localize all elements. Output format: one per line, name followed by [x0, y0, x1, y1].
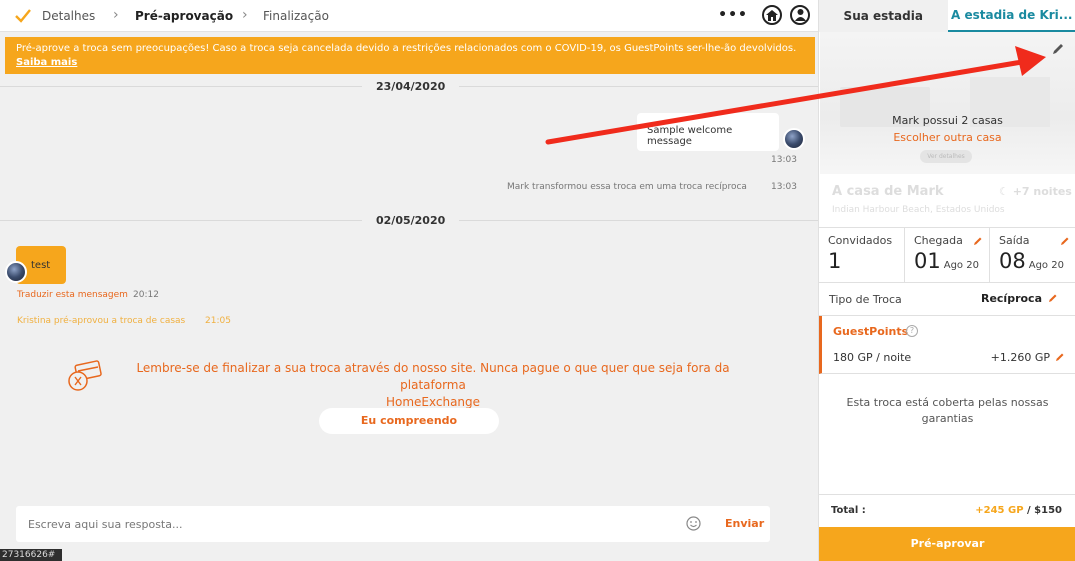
tab-their-stay[interactable]: A estadia de Kri... — [947, 0, 1075, 32]
step-preapproval[interactable]: Pré-aprovação — [135, 9, 233, 23]
departure-month: Ago 20 — [1028, 260, 1064, 271]
guestpoints-title: GuestPoints — [833, 325, 909, 338]
trade-type-label: Tipo de Troca — [829, 293, 902, 306]
view-details-pill[interactable]: Ver detalhes — [920, 150, 972, 163]
check-icon — [15, 9, 31, 23]
message-text: test — [31, 260, 51, 271]
departure-cell[interactable]: Saída 08 Ago 20 — [990, 228, 1075, 282]
arrival-month: Ago 20 — [943, 260, 979, 271]
moon-icon: ☾ — [999, 185, 1009, 198]
chevron-right-icon: › — [242, 7, 248, 23]
stay-tabs: Sua estadia A estadia de Kri... — [819, 0, 1075, 32]
owner-houses-text: Mark possui 2 casas — [892, 114, 1003, 127]
covid-banner: Pré-aprove a troca sem preocupações! Cas… — [5, 37, 815, 74]
pencil-icon[interactable] — [1060, 236, 1070, 246]
trade-type-value: Recíproca — [980, 292, 1042, 305]
preapprove-button[interactable]: Pré-aprovar — [819, 527, 1075, 561]
help-icon[interactable]: ? — [906, 325, 918, 337]
pencil-icon[interactable] — [1051, 42, 1065, 56]
date-label: 23/04/2020 — [362, 80, 460, 93]
event-text: Kristina pré-aprovou a troca de casas — [17, 316, 186, 326]
nights-count: ☾ +7 noites — [999, 185, 1072, 198]
arrival-label: Chegada — [914, 234, 963, 247]
total-row: Total : +245 GP / $150 — [819, 494, 1075, 527]
user-icon[interactable] — [790, 5, 810, 25]
message-text: Sample welcome message — [647, 125, 733, 147]
arrival-day: 01 — [914, 249, 941, 273]
more-dots-icon[interactable]: ••• — [718, 7, 748, 23]
step-details[interactable]: Detalhes — [42, 9, 95, 23]
house-location: Indian Harbour Beach, Estados Unidos — [832, 205, 1005, 215]
guests-cell[interactable]: Convidados 1 — [819, 228, 905, 282]
arrival-cell[interactable]: Chegada 01 Ago 20 — [905, 228, 990, 282]
step-finalization[interactable]: Finalização — [263, 9, 329, 23]
message-time: 13:03 — [771, 155, 797, 165]
home-icon[interactable] — [762, 5, 782, 25]
guestpoints-rate: 180 GP / noite — [833, 351, 912, 364]
date-label: 02/05/2020 — [362, 214, 460, 227]
departure-day: 08 — [999, 249, 1026, 273]
guestpoints-amount: +1.260 GP — [990, 351, 1050, 364]
pencil-icon[interactable] — [1055, 352, 1065, 362]
event-time: 13:03 — [771, 182, 797, 192]
payment-reminder: Lembre-se de finalizar a sua troca atrav… — [120, 360, 746, 411]
message-bubble-outgoing: Sample welcome message — [637, 113, 779, 151]
guests-label: Convidados — [828, 234, 893, 247]
stay-details: Convidados 1 Chegada 01 Ago 20 Saída 08 Ag… — [819, 227, 1075, 283]
nights-text: +7 noites — [1012, 185, 1072, 198]
event-text: Mark transformou essa troca em uma troca… — [507, 182, 747, 192]
choose-other-house-link[interactable]: Escolher outra casa — [820, 131, 1075, 144]
total-gp: +245 GP — [975, 505, 1024, 516]
reply-composer: Enviar — [16, 506, 770, 542]
pencil-icon[interactable] — [973, 236, 983, 246]
event-time: 21:05 — [205, 316, 231, 326]
understand-button[interactable]: Eu compreendo — [319, 408, 499, 434]
reply-input[interactable] — [16, 506, 676, 542]
card-lock-icon — [68, 360, 102, 391]
tab-your-stay[interactable]: Sua estadia — [819, 0, 948, 32]
total-value: +245 GP / $150 — [975, 505, 1062, 516]
message-time: 20:12 — [133, 290, 159, 300]
total-separator: / — [1023, 505, 1035, 516]
guestpoints-section: GuestPoints ? 180 GP / noite +1.260 GP — [819, 316, 1075, 374]
total-money: $150 — [1034, 505, 1062, 516]
chevron-right-icon: › — [113, 7, 119, 23]
send-button[interactable]: Enviar — [725, 517, 764, 530]
step-bar: Detalhes › Pré-aprovação › Finalização •… — [0, 0, 818, 32]
house-card: Mark possui 2 casas Escolher outra casa … — [820, 32, 1075, 174]
translate-message-link[interactable]: Traduzir esta mensagem — [17, 290, 128, 300]
avatar — [5, 261, 27, 283]
house-name: A casa de Mark — [832, 184, 944, 199]
avatar — [783, 128, 805, 150]
learn-more-link[interactable]: Saiba mais — [16, 56, 804, 70]
banner-text: Pré-aprove a troca sem preocupações! Cas… — [16, 43, 797, 54]
pencil-icon[interactable] — [1048, 293, 1058, 303]
top-actions: ••• — [718, 5, 810, 25]
trade-type-row[interactable]: Tipo de Troca Recíproca — [819, 284, 1075, 316]
guests-value: 1 — [828, 249, 842, 273]
conversation-pane: Detalhes › Pré-aprovação › Finalização •… — [0, 0, 818, 561]
stay-panel: Sua estadia A estadia de Kri... Mark pos… — [818, 0, 1075, 561]
coverage-note: Esta troca está coberta pelas nossas gar… — [846, 396, 1049, 425]
session-id-tag: 27316626# — [0, 549, 62, 561]
departure-label: Saída — [999, 234, 1030, 247]
total-label: Total : — [831, 505, 866, 516]
reminder-text: Lembre-se de finalizar a sua troca atrav… — [136, 361, 730, 392]
emoji-icon[interactable] — [686, 516, 701, 531]
